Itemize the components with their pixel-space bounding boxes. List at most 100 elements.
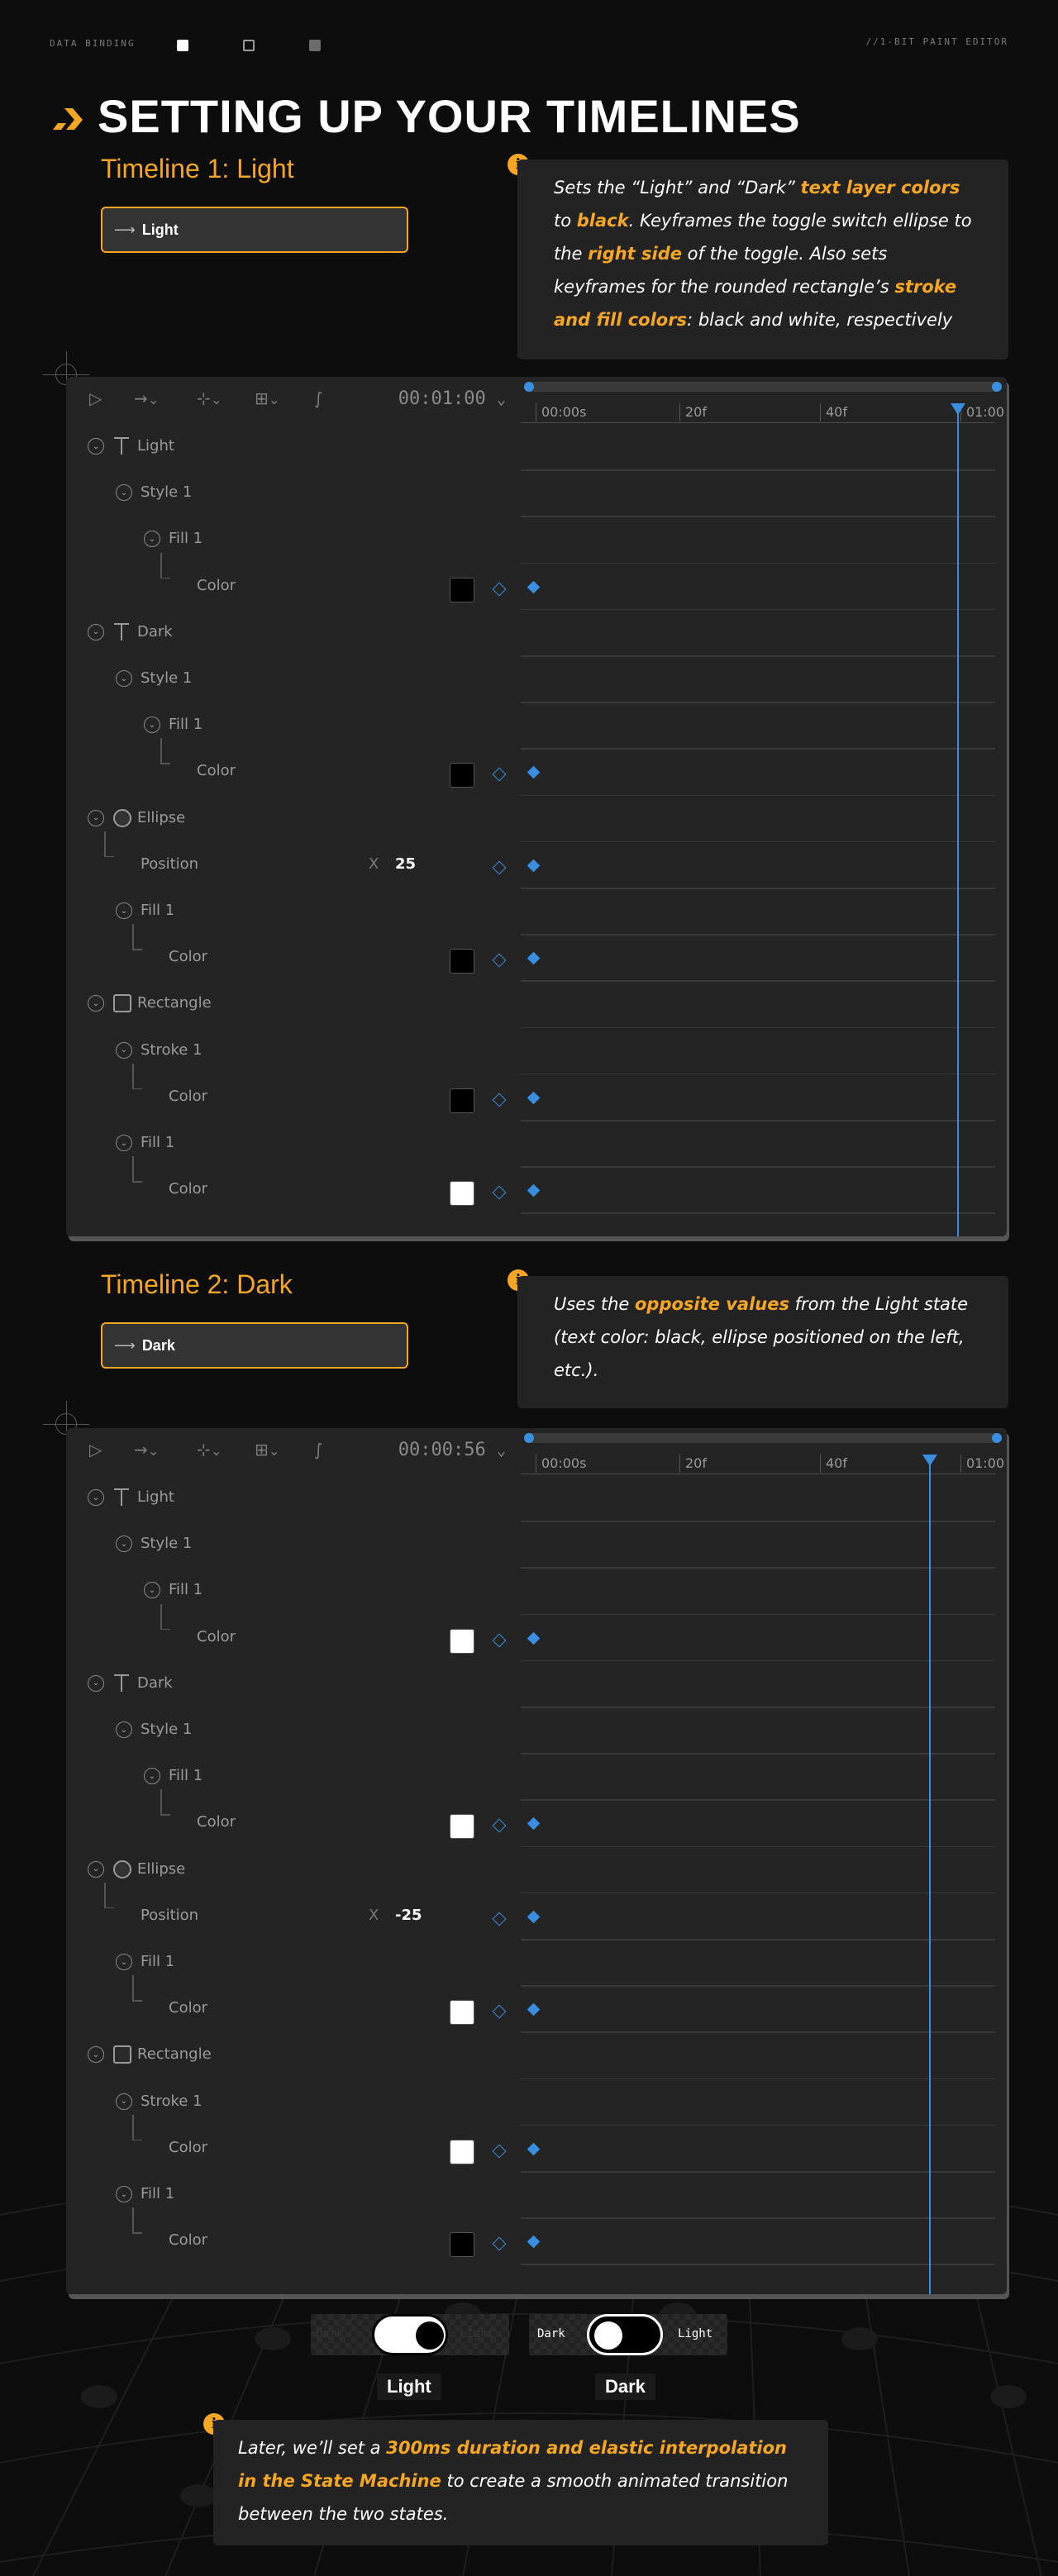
keyframe-toggle-icon[interactable] xyxy=(492,953,507,968)
expand-caret-icon[interactable]: ⌄ xyxy=(88,1674,104,1692)
keyframe-marker[interactable] xyxy=(527,1091,541,1105)
layer-row[interactable]: ⌄ Dark xyxy=(66,609,521,655)
keyframe-toggle-icon[interactable] xyxy=(492,582,507,597)
keyframe-toggle-icon[interactable] xyxy=(492,2236,507,2251)
easing-curve-icon[interactable]: ∫ xyxy=(314,1440,322,1459)
pivot-icon[interactable]: ⊹⌄ xyxy=(197,388,222,408)
keyframe-marker[interactable] xyxy=(527,1910,541,1924)
layer-row[interactable]: ⌄ Fill 1 xyxy=(66,888,521,934)
expand-caret-icon[interactable]: ⌄ xyxy=(116,1135,132,1151)
keyframe-marker[interactable] xyxy=(527,580,541,593)
keyframe-toggle-icon[interactable] xyxy=(492,1633,507,1648)
layer-row[interactable]: ⌄ Stroke 1 xyxy=(66,1027,521,1074)
playhead[interactable] xyxy=(922,1455,937,2294)
layer-row[interactable]: ⌄ Style 1 xyxy=(66,655,521,702)
expand-caret-icon[interactable]: ⌄ xyxy=(116,902,132,919)
loop-mode-icon[interactable]: →⌄ xyxy=(134,388,160,408)
theme-swatch-white[interactable] xyxy=(177,40,188,51)
layer-row[interactable]: Position X 25 xyxy=(66,831,521,888)
keyframe-toggle-icon[interactable] xyxy=(492,2004,507,2019)
play-icon[interactable]: ▷ xyxy=(89,1440,102,1459)
expand-caret-icon[interactable]: ⌄ xyxy=(116,1041,132,1059)
timeline2-dark-button[interactable]: ⟶ Dark xyxy=(101,1322,408,1369)
layer-row[interactable]: Color xyxy=(66,924,521,980)
keyframe-marker[interactable] xyxy=(527,1183,541,1198)
layer-row[interactable]: ⌄ Style 1 xyxy=(66,1521,521,1567)
keyframe-toggle-icon[interactable] xyxy=(492,1093,507,1107)
layer-row[interactable]: ⌄ Fill 1 xyxy=(66,1567,521,1613)
keyframe-marker[interactable] xyxy=(527,1631,541,1645)
expand-caret-icon[interactable]: ⌄ xyxy=(116,484,132,502)
easing-curve-icon[interactable]: ∫ xyxy=(314,388,322,408)
timeline-time[interactable]: 00:00:56 ⌄ xyxy=(398,1440,506,1460)
color-swatch[interactable] xyxy=(450,2232,474,2258)
loop-mode-icon[interactable]: →⌄ xyxy=(134,1440,160,1459)
pivot-icon[interactable]: ⊹⌄ xyxy=(197,1440,222,1459)
layer-row[interactable]: Position X -25 xyxy=(66,1882,521,1939)
layer-row[interactable]: ⌄ Light xyxy=(66,1474,521,1521)
keyframe-marker[interactable] xyxy=(527,2235,541,2249)
expand-caret-icon[interactable]: ⌄ xyxy=(116,2093,132,2110)
keyframe-marker[interactable] xyxy=(527,766,541,779)
expand-caret-icon[interactable]: ⌄ xyxy=(116,1536,132,1553)
keyframe-toggle-icon[interactable] xyxy=(492,1185,507,1200)
playhead[interactable] xyxy=(951,403,966,1236)
expand-caret-icon[interactable]: ⌄ xyxy=(144,717,160,734)
layer-row[interactable]: Color xyxy=(66,1975,521,2031)
expand-caret-icon[interactable]: ⌄ xyxy=(88,1489,104,1506)
layer-row[interactable]: Color xyxy=(66,2207,521,2264)
play-icon[interactable]: ▷ xyxy=(89,388,102,408)
timeline1-light-button[interactable]: ⟶ Light xyxy=(101,207,408,253)
expand-caret-icon[interactable]: ⌄ xyxy=(144,531,160,548)
position-value-input[interactable]: -25 xyxy=(395,1907,422,1924)
color-swatch[interactable] xyxy=(450,949,474,974)
keyframe-toggle-icon[interactable] xyxy=(492,767,507,782)
expand-caret-icon[interactable]: ⌄ xyxy=(88,1860,104,1878)
snap-icon[interactable]: ⊞⌄ xyxy=(255,1440,280,1459)
layer-row[interactable]: Color xyxy=(66,1603,521,1660)
layer-row[interactable]: Color xyxy=(66,738,521,794)
layer-row[interactable]: Color xyxy=(66,1156,521,1212)
color-swatch[interactable] xyxy=(450,2000,474,2026)
expand-caret-icon[interactable]: ⌄ xyxy=(88,438,104,455)
toggle-light-preview[interactable]: Dark Light xyxy=(311,2314,509,2355)
layer-row[interactable]: ⌄ Rectangle xyxy=(66,980,521,1026)
layer-row[interactable]: ⌄ Fill 1 xyxy=(66,516,521,562)
layer-row[interactable]: ⌄ Style 1 xyxy=(66,1707,521,1753)
position-value-input[interactable]: 25 xyxy=(395,855,416,873)
expand-caret-icon[interactable]: ⌄ xyxy=(88,623,104,640)
expand-caret-icon[interactable]: ⌄ xyxy=(144,1582,160,1599)
layer-row[interactable]: ⌄ Fill 1 xyxy=(66,1939,521,1985)
expand-caret-icon[interactable]: ⌄ xyxy=(144,1768,160,1785)
layer-row[interactable]: ⌄ Fill 1 xyxy=(66,1753,521,1799)
expand-caret-icon[interactable]: ⌄ xyxy=(116,670,132,687)
color-swatch[interactable] xyxy=(450,1181,474,1207)
expand-caret-icon[interactable]: ⌄ xyxy=(116,1954,132,1970)
expand-caret-icon[interactable]: ⌄ xyxy=(88,2046,104,2064)
layer-row[interactable]: Color xyxy=(66,552,521,609)
timeline-scrollbar[interactable] xyxy=(524,382,1002,392)
expand-caret-icon[interactable]: ⌄ xyxy=(88,809,104,826)
keyframe-marker[interactable] xyxy=(527,1817,541,1831)
layer-row[interactable]: ⌄ Fill 1 xyxy=(66,2171,521,2217)
color-swatch[interactable] xyxy=(450,1814,474,1840)
expand-caret-icon[interactable]: ⌄ xyxy=(88,995,104,1012)
keyframe-marker[interactable] xyxy=(527,859,541,873)
timeline-time[interactable]: 00:01:00 ⌄ xyxy=(398,388,506,409)
layer-row[interactable]: ⌄ Fill 1 xyxy=(66,702,521,748)
layer-row[interactable]: Color xyxy=(66,1063,521,1120)
theme-swatch-outline[interactable] xyxy=(243,40,255,51)
color-swatch[interactable] xyxy=(450,763,474,788)
timeline-scrollbar[interactable] xyxy=(524,1433,1002,1443)
layer-row[interactable]: Color xyxy=(66,1789,521,1845)
color-swatch[interactable] xyxy=(450,1088,474,1113)
layer-row[interactable]: ⌄ Stroke 1 xyxy=(66,2078,521,2125)
keyframe-marker[interactable] xyxy=(527,951,541,965)
layer-row[interactable]: Color xyxy=(66,2114,521,2171)
theme-swatch-gray[interactable] xyxy=(309,40,321,51)
keyframe-toggle-icon[interactable] xyxy=(492,2144,507,2159)
color-swatch[interactable] xyxy=(450,2139,474,2164)
expand-caret-icon[interactable]: ⌄ xyxy=(116,2186,132,2202)
keyframe-marker[interactable] xyxy=(527,2142,541,2156)
layer-row[interactable]: ⌄ Style 1 xyxy=(66,469,521,516)
